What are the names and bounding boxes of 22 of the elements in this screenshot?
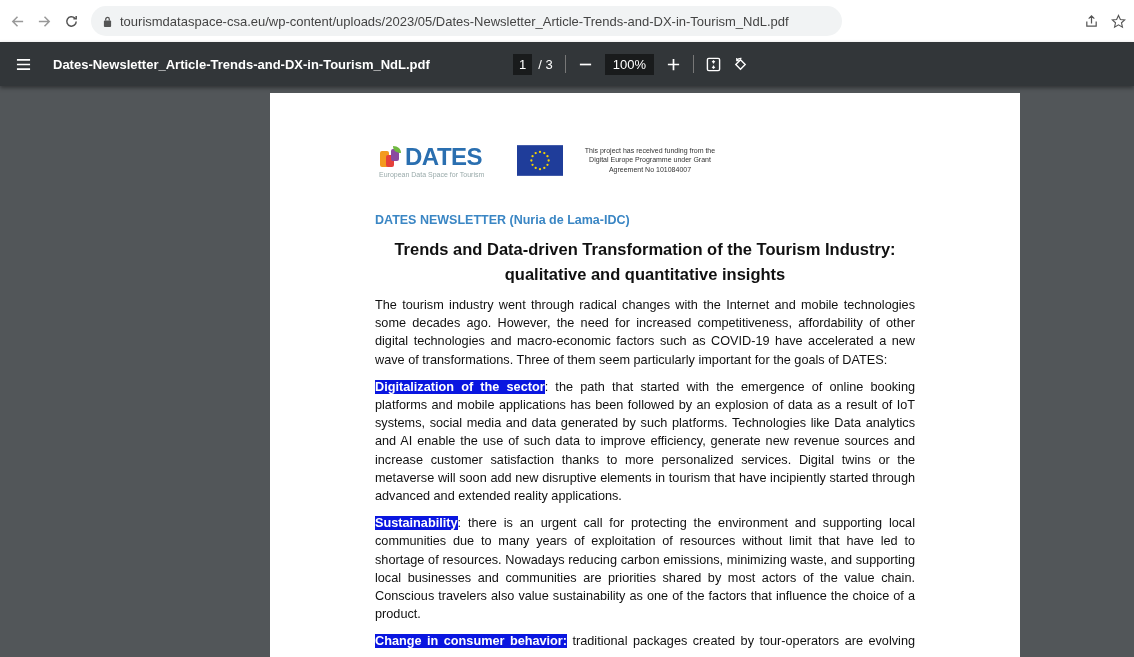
eu-flag-icon xyxy=(517,144,563,176)
paragraph: Change in consumer behavior: traditional packages created by tour-operators are evolving xyxy=(375,633,915,651)
byline: DATES NEWSLETTER (Nuria de Lama-IDC) xyxy=(375,213,631,227)
zoom-in-icon[interactable] xyxy=(665,56,681,72)
logo-wordmark: DATES xyxy=(405,142,483,171)
reload-icon[interactable] xyxy=(64,13,79,29)
page-count: / 3 xyxy=(538,56,553,72)
share-icon[interactable] xyxy=(1084,13,1099,29)
fit-page-icon[interactable] xyxy=(705,56,721,72)
file-name: Dates-Newsletter_Article-Trends-and-DX-in-Tourism_NdL.pdf xyxy=(53,56,431,72)
star-icon[interactable] xyxy=(1111,13,1126,29)
article-title: Trends and Data-driven Transformation of the Tourism Industry: qualitative and quantitative insights xyxy=(393,239,897,285)
url-text: tourismdataspace-csa.eu/wp-content/uploads/2023/05/Dates-Newsletter_Article-Trends-and-DX-in-Tourism_NdL.pdf xyxy=(120,13,789,29)
paragraph: Digitalization of the sector: the path that started with the emergence of online booking platforms and mobile applications has been followed by an explosion of data as a result of IoT systems, social media and data generated by such platforms. Technologies like Data analytics and AI enable the use of such data to improve efficiency, generate new revenue sources and increase customer satisfaction thanks to more personalized services. Digital twins or the metaverse will soon add new disruptive elements in tourism that have incipiently started through advanced and extended reality applications. xyxy=(375,378,915,506)
lock-icon[interactable] xyxy=(103,15,112,27)
paragraph: Sustainability: there is an urgent call for protecting the environment and supporting local communities due to many years of exploitation of resources without limit that have led to shortage of resources. Nowadays reducing carbon emissions, minimizing waste, and supporting local businesses and communities are priorities shared by most actors of the value chain. Conscious travelers also value sustainability as one of the factors that influence the choice of a product. xyxy=(375,515,915,624)
zoom-field[interactable]: 100% xyxy=(604,53,654,75)
page-number-field[interactable]: 1 xyxy=(513,53,533,75)
logo-mark-icon xyxy=(379,144,403,169)
menu-icon[interactable] xyxy=(16,56,31,72)
address-bar[interactable]: tourismdataspace-csa.eu/wp-content/uploads/2023/05/Dates-Newsletter_Article-Trends-and-DX-in-Tourism_NdL.pdf xyxy=(91,6,842,36)
paragraph: The tourism industry went through radical changes with the Internet and mobile technologies some decades ago. However, the need for increased competitiveness, affordability of other digital technologies and macro-economic factors such as COVID-19 have accelerated a new wave of transformations. Three of them seem particularly important for the goals of DATES: xyxy=(375,297,915,369)
